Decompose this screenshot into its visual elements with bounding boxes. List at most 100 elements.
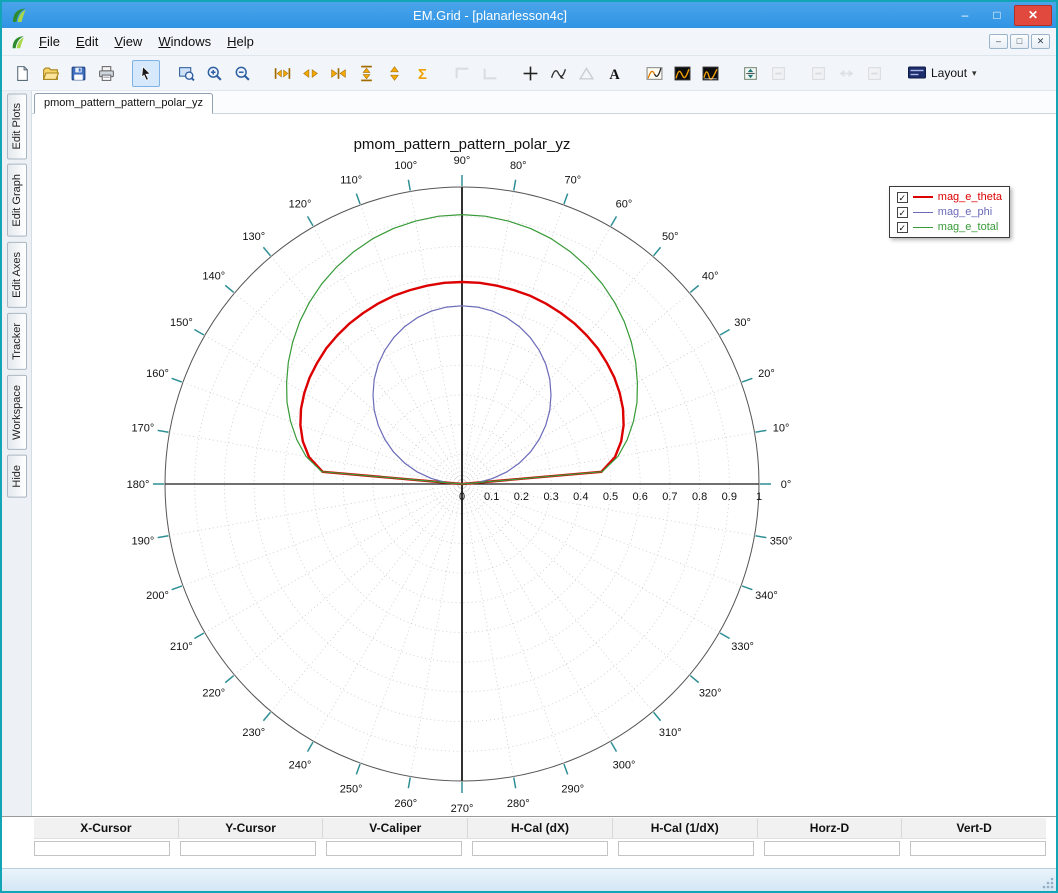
grid-spoke [461, 483, 720, 633]
readout-value-y-cursor[interactable] [180, 841, 316, 856]
pan-vertical-button[interactable] [380, 60, 408, 87]
readout-value-horz-d[interactable] [764, 841, 900, 856]
mdi-close-button[interactable]: ✕ [1031, 34, 1050, 49]
angle-label: 270° [451, 803, 474, 815]
angle-label: 70° [564, 175, 581, 187]
legend-checkbox-mag_e_total[interactable]: ✓ [896, 221, 908, 233]
marker-triangle-button [572, 60, 600, 87]
pointer-select-button[interactable] [132, 59, 160, 87]
grid-spoke [461, 191, 514, 485]
sidebar-tab-edit-plots[interactable]: Edit Plots [6, 93, 27, 160]
mdi-minimize-button[interactable]: – [989, 34, 1008, 49]
grid-spoke [204, 335, 463, 485]
menu-view[interactable]: View [106, 30, 150, 53]
angle-tick [306, 216, 314, 227]
angle-label: 30° [734, 317, 751, 329]
angle-tick [306, 741, 314, 752]
angle-tick [407, 179, 411, 191]
angle-label: 230° [242, 727, 265, 739]
save-file-button[interactable] [64, 60, 92, 87]
grid-spoke [461, 483, 514, 777]
close-button[interactable]: ✕ [1014, 4, 1052, 26]
angle-label: 140° [202, 271, 225, 283]
print-icon [98, 65, 115, 82]
readout-header-v-caliper: V-Caliper [322, 818, 467, 838]
expand-vertical-button[interactable] [352, 60, 380, 87]
plot-pane: pmom_pattern_pattern_polar_yz pmom_patte… [32, 91, 1056, 816]
expand-horizontal-button[interactable] [268, 60, 296, 87]
fit-plot-vertical-button[interactable] [736, 60, 764, 87]
angle-tick [741, 585, 753, 591]
radial-label: 0.8 [692, 491, 707, 503]
open-file-button[interactable] [36, 60, 64, 87]
pattern-plot-dark-icon [674, 65, 691, 82]
angle-label: 330° [731, 641, 754, 653]
legend-checkbox-mag_e_phi[interactable]: ✓ [896, 206, 908, 218]
resize-grip[interactable] [1040, 875, 1054, 889]
zoom-in-button[interactable] [200, 60, 228, 87]
print-button[interactable] [92, 60, 120, 87]
pointer-select-icon [138, 65, 155, 82]
crosshair-button[interactable] [516, 60, 544, 87]
angle-label: 250° [340, 783, 363, 795]
fit-horizontal-button[interactable] [324, 60, 352, 87]
minimize-button[interactable]: – [950, 6, 980, 25]
legend-entry-mag_e_phi: ✓ mag_e_phi [896, 206, 1002, 218]
layout-menu-button[interactable]: Layout ▾ [900, 60, 985, 87]
angle-label: 350° [770, 535, 793, 547]
sidebar-tab-workspace[interactable]: Workspace [6, 374, 27, 450]
zoom-window-button[interactable] [172, 60, 200, 87]
sidebar-tab-tracker[interactable]: Tracker [6, 312, 27, 370]
trace-curve-icon [550, 65, 567, 82]
legend-checkbox-mag_e_theta[interactable]: ✓ [896, 191, 908, 203]
pattern-plot-dark-2-button[interactable] [696, 60, 724, 87]
grid-spoke [182, 382, 463, 485]
readout-value-h-cal-dx[interactable] [472, 841, 608, 856]
pattern-plot-dark-button[interactable] [668, 60, 696, 87]
angle-label: 260° [394, 798, 417, 810]
legend-label-mag_e_phi: mag_e_phi [937, 206, 993, 218]
readout-value-v-caliper[interactable] [326, 841, 462, 856]
menu-windows[interactable]: Windows [150, 30, 219, 53]
readout-header-h-cal-1-dx: H-Cal (1/dX) [611, 818, 757, 838]
title-bar: EM.Grid - [planarlesson4c] – □ ✕ [2, 2, 1056, 28]
pan-horizontal-button[interactable] [296, 60, 324, 87]
zoom-window-icon [178, 65, 195, 82]
align-plot-right-button [860, 60, 888, 87]
sidebar-tab-hide[interactable]: Hide [6, 454, 27, 498]
legend-entry-mag_e_theta: ✓ mag_e_theta [896, 191, 1002, 203]
sidebar-tab-edit-graph[interactable]: Edit Graph [6, 164, 27, 238]
readout-value-h-cal-1-dx[interactable] [618, 841, 754, 856]
angle-tick [652, 246, 662, 257]
angle-tick [224, 674, 235, 684]
grid-spoke [182, 483, 463, 586]
sidebar-tab-edit-axes[interactable]: Edit Axes [6, 242, 27, 308]
document-tab-row: pmom_pattern_pattern_polar_yz [32, 91, 1056, 114]
angle-label: 200° [146, 590, 169, 602]
new-document-button[interactable] [8, 60, 36, 87]
zoom-out-button[interactable] [228, 60, 256, 87]
mdi-document-icon[interactable] [10, 34, 26, 50]
readout-value-x-cursor[interactable] [34, 841, 170, 856]
angle-tick [755, 535, 767, 539]
menu-file[interactable]: File [31, 30, 68, 53]
autoscale-sum-button[interactable]: Σ [408, 60, 436, 87]
mdi-restore-button[interactable]: □ [1010, 34, 1029, 49]
pattern-plot-light-icon [646, 65, 663, 82]
menu-edit[interactable]: Edit [68, 30, 106, 53]
trace-curve-button[interactable] [544, 60, 572, 87]
maximize-button[interactable]: □ [982, 6, 1012, 25]
document-tab[interactable]: pmom_pattern_pattern_polar_yz [34, 93, 213, 114]
radial-label: 0.3 [543, 491, 558, 503]
menu-help[interactable]: Help [219, 30, 262, 53]
angle-label: 90° [454, 155, 471, 167]
readout-header-horz-d: Horz-D [756, 818, 902, 838]
readout-value-vert-d[interactable] [910, 841, 1046, 856]
grid-spoke [461, 432, 755, 485]
pattern-plot-light-button[interactable] [640, 60, 668, 87]
add-text-button[interactable]: A [600, 60, 628, 87]
angle-tick [610, 216, 618, 227]
grid-spoke [270, 483, 463, 712]
angle-tick [157, 535, 169, 539]
expand-vertical-icon [358, 65, 375, 82]
